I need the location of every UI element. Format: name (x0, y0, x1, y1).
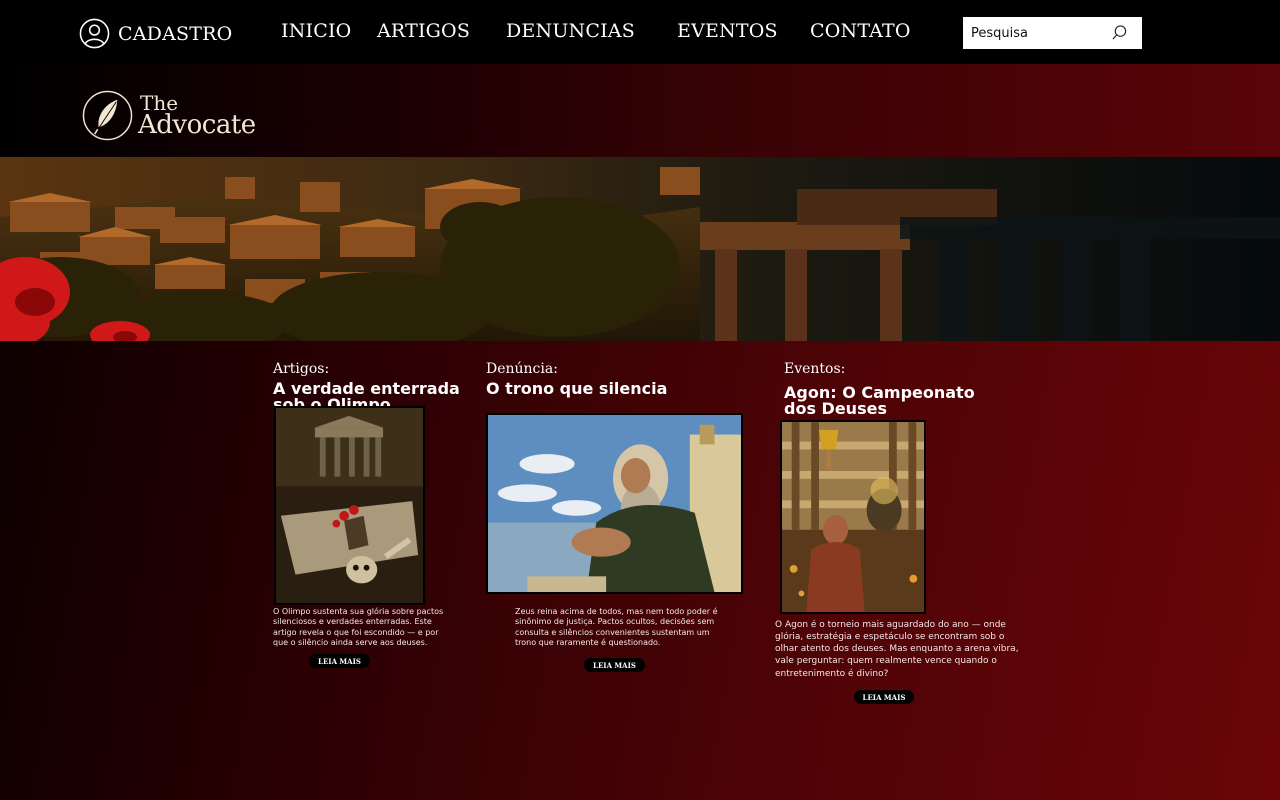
hero-banner-image (0, 157, 1280, 341)
read-more-button-eventos[interactable]: LEIA MAIS (854, 690, 914, 704)
register-label: CADASTRO (118, 22, 233, 45)
nav-item-contato[interactable]: CONTATO (810, 20, 911, 42)
top-navigation-bar: CADASTRO INICIO ARTIGOS DENUNCIAS EVENTO… (0, 0, 1280, 64)
read-more-button-denuncia[interactable]: LEIA MAIS (584, 658, 645, 672)
card-category-eventos: Eventos: (784, 361, 846, 377)
nav-item-denuncias[interactable]: DENUNCIAS (506, 20, 635, 42)
user-circle-icon (79, 18, 110, 49)
card-image-zeus[interactable] (486, 413, 743, 594)
logo-band: The Advocate (0, 64, 1280, 157)
logo-text-advocate: Advocate (138, 109, 256, 140)
card-description-denuncia: Zeus reina acima de todos, mas nem todo … (515, 607, 718, 648)
search-box (963, 17, 1142, 49)
card-description-eventos: O Agon é o torneio mais aguardado do ano… (775, 620, 1019, 679)
site-logo[interactable]: The Advocate (82, 90, 256, 141)
register-link[interactable]: CADASTRO (79, 18, 232, 49)
search-input[interactable] (971, 25, 1101, 41)
nav-item-inicio[interactable]: INICIO (281, 20, 351, 42)
card-description-artigos: O Olimpo sustenta sua glória sobre pacto… (273, 607, 444, 648)
card-category-artigos: Artigos: (273, 361, 330, 377)
card-image-olimpo[interactable] (274, 406, 425, 605)
search-icon[interactable] (1111, 24, 1128, 41)
nav-item-artigos[interactable]: ARTIGOS (377, 20, 470, 42)
card-title-eventos[interactable]: Agon: O Campeonato dos Deuses (784, 385, 984, 417)
read-more-button-artigos[interactable]: LEIA MAIS (309, 654, 370, 668)
card-category-denuncia: Denúncia: (486, 361, 558, 377)
card-image-agon[interactable] (780, 420, 926, 614)
nav-item-eventos[interactable]: EVENTOS (677, 20, 778, 42)
card-title-denuncia[interactable]: O trono que silencia (486, 381, 746, 397)
feather-quill-icon (82, 90, 133, 141)
